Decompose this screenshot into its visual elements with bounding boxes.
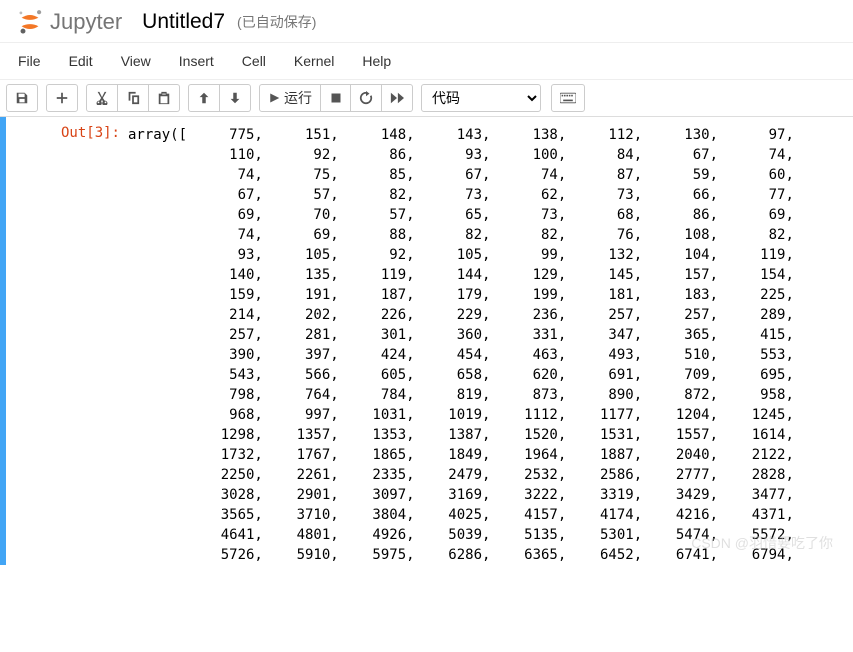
menu-help[interactable]: Help — [348, 45, 405, 77]
paste-button[interactable] — [149, 84, 180, 112]
run-button[interactable]: 运行 — [259, 84, 321, 112]
notebook-title[interactable]: Untitled7 — [138, 8, 229, 36]
output-prompt: Out[3]: — [18, 121, 128, 565]
save-button[interactable] — [6, 84, 38, 112]
command-palette-button[interactable] — [551, 84, 585, 112]
fast-forward-icon — [390, 91, 404, 105]
cell-type-select[interactable]: 代码 — [421, 84, 541, 112]
stop-icon — [330, 92, 342, 104]
copy-button[interactable] — [118, 84, 149, 112]
paste-icon — [157, 91, 171, 105]
restart-button[interactable] — [351, 84, 382, 112]
arrow-down-icon — [228, 91, 242, 105]
logo-text: Jupyter — [50, 9, 122, 35]
insert-cell-button[interactable] — [46, 84, 78, 112]
move-down-button[interactable] — [220, 84, 251, 112]
interrupt-button[interactable] — [321, 84, 351, 112]
move-up-button[interactable] — [188, 84, 220, 112]
menu-kernel[interactable]: Kernel — [280, 45, 348, 77]
run-label: 运行 — [284, 88, 312, 108]
cut-button[interactable] — [86, 84, 118, 112]
cut-icon — [95, 91, 109, 105]
autosave-status: (已自动保存) — [237, 12, 316, 32]
copy-icon — [126, 91, 140, 105]
toolbar: 运行 代码 — [0, 80, 853, 117]
watermark-text: CSDN @羽惜要吃了你 — [691, 533, 833, 553]
cell-selector-bar — [0, 117, 6, 565]
restart-run-all-button[interactable] — [382, 84, 413, 112]
menu-edit[interactable]: Edit — [55, 45, 107, 77]
plus-icon — [55, 91, 69, 105]
menu-view[interactable]: View — [107, 45, 165, 77]
jupyter-logo[interactable]: Jupyter — [16, 8, 122, 36]
arrow-up-icon — [197, 91, 211, 105]
menu-bar: File Edit View Insert Cell Kernel Help — [0, 43, 853, 80]
keyboard-icon — [560, 92, 576, 104]
restart-icon — [359, 91, 373, 105]
menu-insert[interactable]: Insert — [165, 45, 228, 77]
output-cell: Out[3]: array([ 775, 151, 148, 143, 138,… — [14, 121, 853, 565]
jupyter-icon — [16, 8, 44, 36]
header-bar: Jupyter Untitled7 (已自动保存) — [0, 0, 853, 43]
array-output: array([ 775, 151, 148, 143, 138, 112, 13… — [128, 121, 794, 565]
menu-cell[interactable]: Cell — [228, 45, 280, 77]
notebook-area: Out[3]: array([ 775, 151, 148, 143, 138,… — [0, 117, 853, 565]
menu-file[interactable]: File — [4, 45, 55, 77]
save-icon — [15, 91, 29, 105]
play-icon — [268, 92, 280, 104]
